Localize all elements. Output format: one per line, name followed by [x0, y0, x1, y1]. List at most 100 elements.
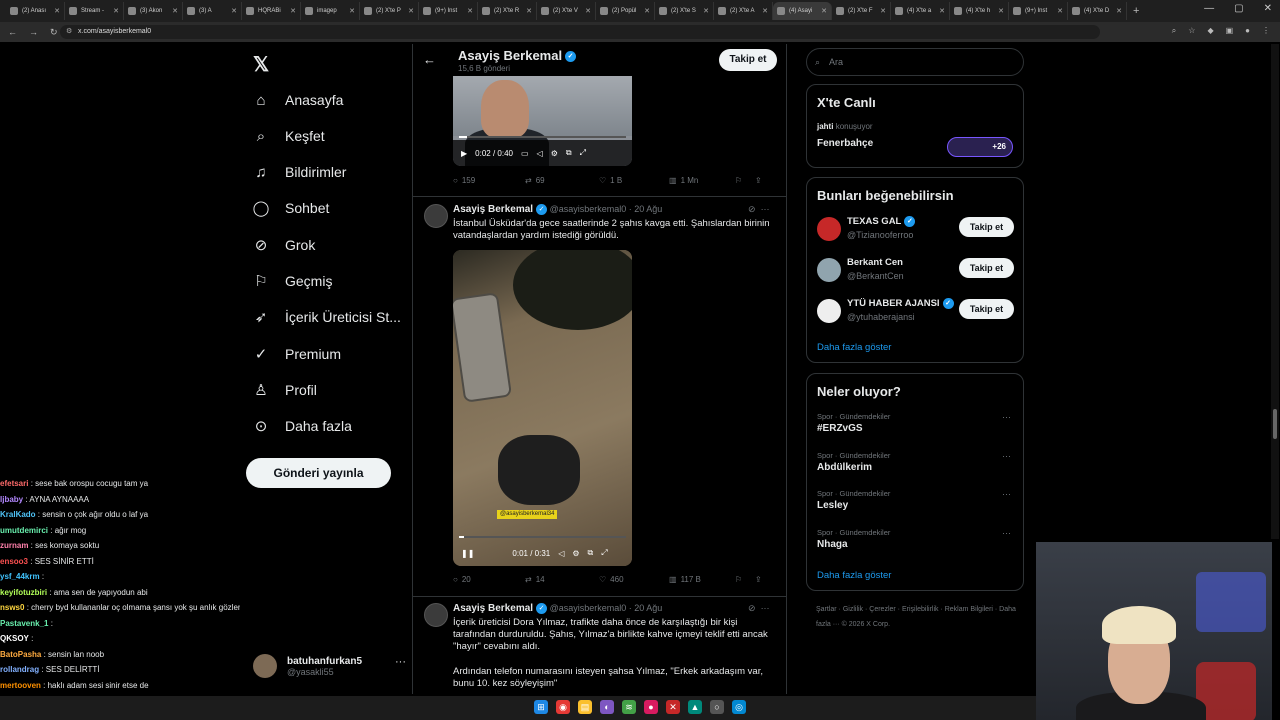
nav-item-3[interactable]: ♫ Bildirimler — [251, 160, 346, 184]
tab-close-icon[interactable]: ✕ — [231, 7, 237, 15]
tweet-author[interactable]: Asayiş Berkemal — [453, 204, 533, 215]
browser-tab[interactable]: (4) X'te h ✕ — [950, 2, 1009, 20]
bookmark-icon[interactable]: ⚐ — [735, 176, 755, 185]
puzzle-icon[interactable]: ▣ — [1226, 26, 1234, 36]
chat-username[interactable]: mertooven — [0, 681, 41, 690]
post-button[interactable]: Gönderi yayınla — [246, 458, 391, 488]
back-arrow-icon[interactable]: ← — [423, 52, 436, 67]
x-logo-icon[interactable]: 𝕏 — [253, 52, 269, 77]
chat-username[interactable]: zurnam — [0, 541, 28, 550]
reply-button[interactable]: ○ 159 — [453, 176, 525, 185]
chat-username[interactable]: KralKado — [0, 510, 36, 519]
views-button[interactable]: ▥ 1 Mn — [669, 176, 735, 185]
chat-username[interactable]: ljbaby — [0, 495, 23, 504]
tweet-date[interactable]: 20 Ağu — [634, 603, 662, 613]
app-icon[interactable]: ▲ — [688, 700, 702, 714]
fullscreen-icon[interactable]: ⤢ — [580, 148, 586, 158]
chat-username[interactable]: efetsari — [0, 479, 28, 488]
reply-button[interactable]: ○ 20 — [453, 575, 525, 584]
nav-item-1[interactable]: ⌂ Anasayfa — [251, 88, 343, 112]
account-switcher[interactable]: batuhanfurkan5 @yasakli55 ··· — [253, 654, 406, 678]
share-icon[interactable]: ⇪ — [755, 575, 762, 584]
nav-item-9[interactable]: ♙ Profil — [251, 378, 317, 402]
tab-close-icon[interactable]: ✕ — [939, 7, 945, 15]
like-button[interactable]: ♡ 460 — [599, 575, 669, 584]
settings-icon[interactable]: ⚙ — [551, 149, 558, 158]
chrome-icon[interactable]: ◉ — [556, 700, 570, 714]
tab-close-icon[interactable]: ✕ — [349, 7, 355, 15]
more-dots-icon[interactable]: ··· — [761, 204, 770, 214]
follow-button[interactable]: Takip et — [959, 258, 1014, 278]
browser-tab[interactable]: HQRABi ✕ — [242, 2, 301, 20]
avatar[interactable] — [424, 204, 448, 228]
menu-icon[interactable]: ⋮ — [1262, 26, 1270, 36]
settings-icon[interactable]: ⚙ — [572, 549, 579, 558]
chat-username[interactable]: ysf_44krm — [0, 572, 40, 581]
tab-close-icon[interactable]: ✕ — [585, 7, 591, 15]
grok-icon[interactable]: ⊘ — [748, 603, 756, 613]
browser-tab[interactable]: (2) Anası ✕ — [6, 2, 65, 20]
footer-links[interactable]: Şartlar · Gizlilik · Çerezler · Erişileb… — [816, 602, 1016, 632]
nav-item-10[interactable]: ⊙ Daha fazla — [251, 414, 352, 438]
windows-start-icon[interactable]: ⊞ — [534, 700, 548, 714]
minimize-icon[interactable]: — — [1204, 3, 1214, 14]
follow-button[interactable]: Takip et — [959, 217, 1014, 237]
volume-muted-icon[interactable]: ◁ — [558, 549, 564, 558]
tab-close-icon[interactable]: ✕ — [526, 7, 532, 15]
tab-close-icon[interactable]: ✕ — [1057, 7, 1063, 15]
suggestion-item[interactable]: TEXAS GAL ✓ @Tizianooferroo Takip et — [817, 215, 1017, 245]
trend-item[interactable]: Spor · Gündemdekiler #ERZvGS ··· — [817, 412, 1017, 434]
trend-item[interactable]: Spor · Gündemdekiler Abdülkerim ··· — [817, 451, 1017, 473]
tab-close-icon[interactable]: ✕ — [1116, 7, 1122, 15]
chat-username[interactable]: ensoo3 — [0, 557, 28, 566]
nav-item-7[interactable]: ➶ İçerik Üreticisi St... — [251, 305, 401, 329]
maximize-icon[interactable]: ▢ — [1234, 3, 1243, 14]
tweet-author[interactable]: Asayiş Berkemal — [453, 603, 533, 614]
tab-close-icon[interactable]: ✕ — [821, 7, 827, 15]
nav-item-5[interactable]: ⊘ Grok — [251, 233, 316, 257]
video-player[interactable]: @asayisberkemal34 ❚❚ 0:01 / 0:31 ◁ ⚙ ⧉ ⤢ — [453, 250, 632, 566]
share-icon[interactable]: ⇪ — [755, 176, 762, 185]
avatar[interactable] — [424, 603, 448, 627]
tweet-date[interactable]: 20 Ağu — [634, 204, 662, 214]
like-button[interactable]: ♡ 1 B — [599, 176, 669, 185]
follow-button[interactable]: Takip et — [719, 49, 777, 71]
video-player[interactable]: ▶ 0:02 / 0:40 ▭ ◁ ⚙ ⧉ ⤢ — [453, 76, 632, 166]
pip-icon[interactable]: ⧉ — [588, 548, 594, 558]
suggestion-item[interactable]: Berkant Cen @BerkantCen Takip et — [817, 256, 1017, 286]
suggestion-item[interactable]: YTÜ HABER AJANSI ✓ @ytuhaberajansi Takip et — [817, 297, 1017, 327]
app-icon[interactable]: ○ — [710, 700, 724, 714]
browser-tab[interactable]: Stream - ✕ — [65, 2, 124, 20]
url-input[interactable]: ⚙ x.com/asayisberkemal0 — [60, 25, 1100, 39]
live-listeners-badge[interactable]: +26 — [947, 137, 1013, 157]
x-app-icon[interactable]: ✕ — [666, 700, 680, 714]
pause-icon[interactable]: ❚❚ — [461, 549, 474, 558]
chat-username[interactable]: QKSOY — [0, 634, 29, 643]
volume-icon[interactable]: ◁ — [537, 149, 543, 158]
more-dots-icon[interactable]: ··· — [761, 603, 770, 613]
close-icon[interactable]: ✕ — [1264, 3, 1272, 14]
play-icon[interactable]: ▶ — [461, 149, 467, 158]
extension-icon[interactable]: ◆ — [1207, 26, 1213, 36]
back-icon[interactable]: ← — [8, 27, 17, 37]
search-input[interactable]: ⌕ Ara — [806, 48, 1024, 76]
forward-icon[interactable]: → — [29, 27, 38, 37]
show-more-link[interactable]: Daha fazla göster — [817, 570, 891, 581]
discord-icon[interactable]: ◐ — [600, 700, 614, 714]
nav-item-4[interactable]: ◯ Sohbet — [251, 196, 330, 220]
browser-tab[interactable]: (3) Akon ✕ — [124, 2, 183, 20]
captions-icon[interactable]: ▭ — [521, 149, 529, 158]
follow-button[interactable]: Takip et — [959, 299, 1014, 319]
browser-tab[interactable]: (2) X'te F ✕ — [832, 2, 891, 20]
fullscreen-icon[interactable]: ⤢ — [601, 548, 607, 558]
scrollbar-thumb[interactable] — [1273, 409, 1277, 439]
browser-tab[interactable]: (4) X'te D ✕ — [1068, 2, 1127, 20]
browser-tab[interactable]: imagep ✕ — [301, 2, 360, 20]
edge-icon[interactable]: ◎ — [732, 700, 746, 714]
tab-close-icon[interactable]: ✕ — [998, 7, 1004, 15]
browser-tab[interactable]: (2) X'te A ✕ — [714, 2, 773, 20]
nav-item-8[interactable]: ✓ Premium — [251, 342, 341, 366]
more-dots-icon[interactable]: ··· — [1002, 451, 1011, 461]
chat-username[interactable]: umutdemirci — [0, 526, 48, 535]
tab-close-icon[interactable]: ✕ — [408, 7, 414, 15]
